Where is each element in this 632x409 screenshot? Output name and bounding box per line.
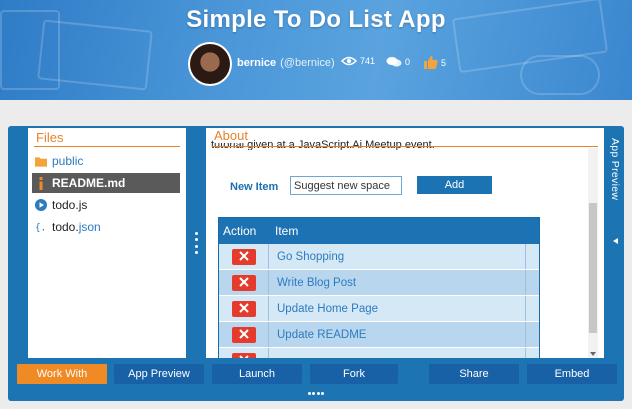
scrollbar-thumb[interactable] xyxy=(589,203,597,333)
banner-decoration xyxy=(520,55,600,95)
todo-item-text: Go Shopping xyxy=(277,250,345,263)
user-name[interactable]: bernice xyxy=(237,57,276,69)
column-header-item: Item xyxy=(275,224,299,238)
file-item-readme[interactable]: README.md xyxy=(32,173,180,193)
new-item-label: New Item xyxy=(230,181,279,193)
embed-button[interactable]: Embed xyxy=(527,364,617,384)
delete-button[interactable] xyxy=(231,352,256,358)
file-label: README.md xyxy=(52,176,126,190)
share-button[interactable]: Share xyxy=(429,364,519,384)
todo-item-text: Update Home Page xyxy=(277,302,379,315)
folder-icon xyxy=(35,155,47,167)
app-preview-button[interactable]: App Preview xyxy=(114,364,204,384)
fork-button[interactable]: Fork xyxy=(310,364,398,384)
file-label: todo.json xyxy=(52,220,101,234)
table-header: Action Item xyxy=(219,218,539,244)
views-count: 741 xyxy=(360,56,376,66)
divider xyxy=(34,146,180,147)
table-row: Go Shopping xyxy=(219,244,539,270)
table-body: Go Shopping Write Blog Post Update Home … xyxy=(219,244,539,358)
todo-item-text: Update README xyxy=(277,328,367,341)
todo-table: Action Item Go Shopping Write Blog Post … xyxy=(218,217,540,358)
new-item-input[interactable] xyxy=(290,176,402,195)
app-title: Simple To Do List App xyxy=(186,6,446,33)
comments-stat[interactable]: 0 xyxy=(386,56,410,68)
about-text-partial: tutorial given at a JavaScript.Ai Meetup… xyxy=(211,139,435,150)
avatar[interactable] xyxy=(188,42,232,86)
app-preview-tab-label: App Preview xyxy=(609,138,621,201)
eye-icon xyxy=(341,56,357,66)
close-icon xyxy=(238,300,249,318)
todo-item-text: Write Blog Post xyxy=(277,276,357,289)
braces-icon: {.} xyxy=(35,221,47,233)
thumbs-up-icon xyxy=(424,56,438,69)
about-scrollbar[interactable] xyxy=(588,148,598,358)
bottom-resize-handle[interactable] xyxy=(308,392,324,396)
file-item-todo-js[interactable]: todo.js xyxy=(32,195,180,215)
file-label: public xyxy=(52,154,84,168)
delete-button[interactable] xyxy=(231,248,256,266)
about-title: About xyxy=(214,128,248,143)
add-button[interactable]: Add xyxy=(417,176,492,194)
table-row: Write Blog Post xyxy=(219,270,539,296)
table-row xyxy=(219,348,539,358)
close-icon xyxy=(238,326,249,344)
files-title: Files xyxy=(36,130,64,145)
header-banner: Simple To Do List App bernice (@bernice)… xyxy=(0,0,632,100)
likes-stat[interactable]: 5 xyxy=(424,56,446,69)
file-item-todo-json[interactable]: {.} todo.json xyxy=(32,217,180,237)
file-label: todo.js xyxy=(52,198,88,212)
play-icon xyxy=(35,199,47,211)
user-info: bernice (@bernice) xyxy=(237,57,335,69)
table-row: Update README xyxy=(219,322,539,348)
likes-count: 5 xyxy=(441,57,447,68)
info-icon xyxy=(35,176,47,190)
chevron-left-icon[interactable] xyxy=(613,238,618,244)
views-stat: 741 xyxy=(341,56,375,66)
comments-icon xyxy=(386,56,402,68)
file-item-public[interactable]: public xyxy=(32,151,180,171)
close-icon xyxy=(238,274,249,292)
pane-splitter-handle[interactable] xyxy=(193,232,199,254)
comments-count: 0 xyxy=(405,57,411,67)
close-icon xyxy=(238,352,249,358)
files-pane: Files public README.md todo.js {.} todo.… xyxy=(28,128,186,358)
delete-button[interactable] xyxy=(231,300,256,318)
divider xyxy=(212,146,598,147)
delete-button[interactable] xyxy=(231,326,256,344)
user-handle: (@bernice) xyxy=(280,57,335,69)
column-header-action: Action xyxy=(223,224,257,238)
close-icon xyxy=(238,248,249,266)
about-pane: tutorial given at a JavaScript.Ai Meetup… xyxy=(206,128,604,358)
scroll-down-icon[interactable] xyxy=(590,352,596,356)
app-preview-tab[interactable]: App Preview xyxy=(608,128,624,358)
work-with-button[interactable]: Work With xyxy=(17,364,107,384)
launch-button[interactable]: Launch xyxy=(212,364,302,384)
svg-text:{.}: {.} xyxy=(35,222,47,233)
delete-button[interactable] xyxy=(231,274,256,292)
table-row: Update Home Page xyxy=(219,296,539,322)
